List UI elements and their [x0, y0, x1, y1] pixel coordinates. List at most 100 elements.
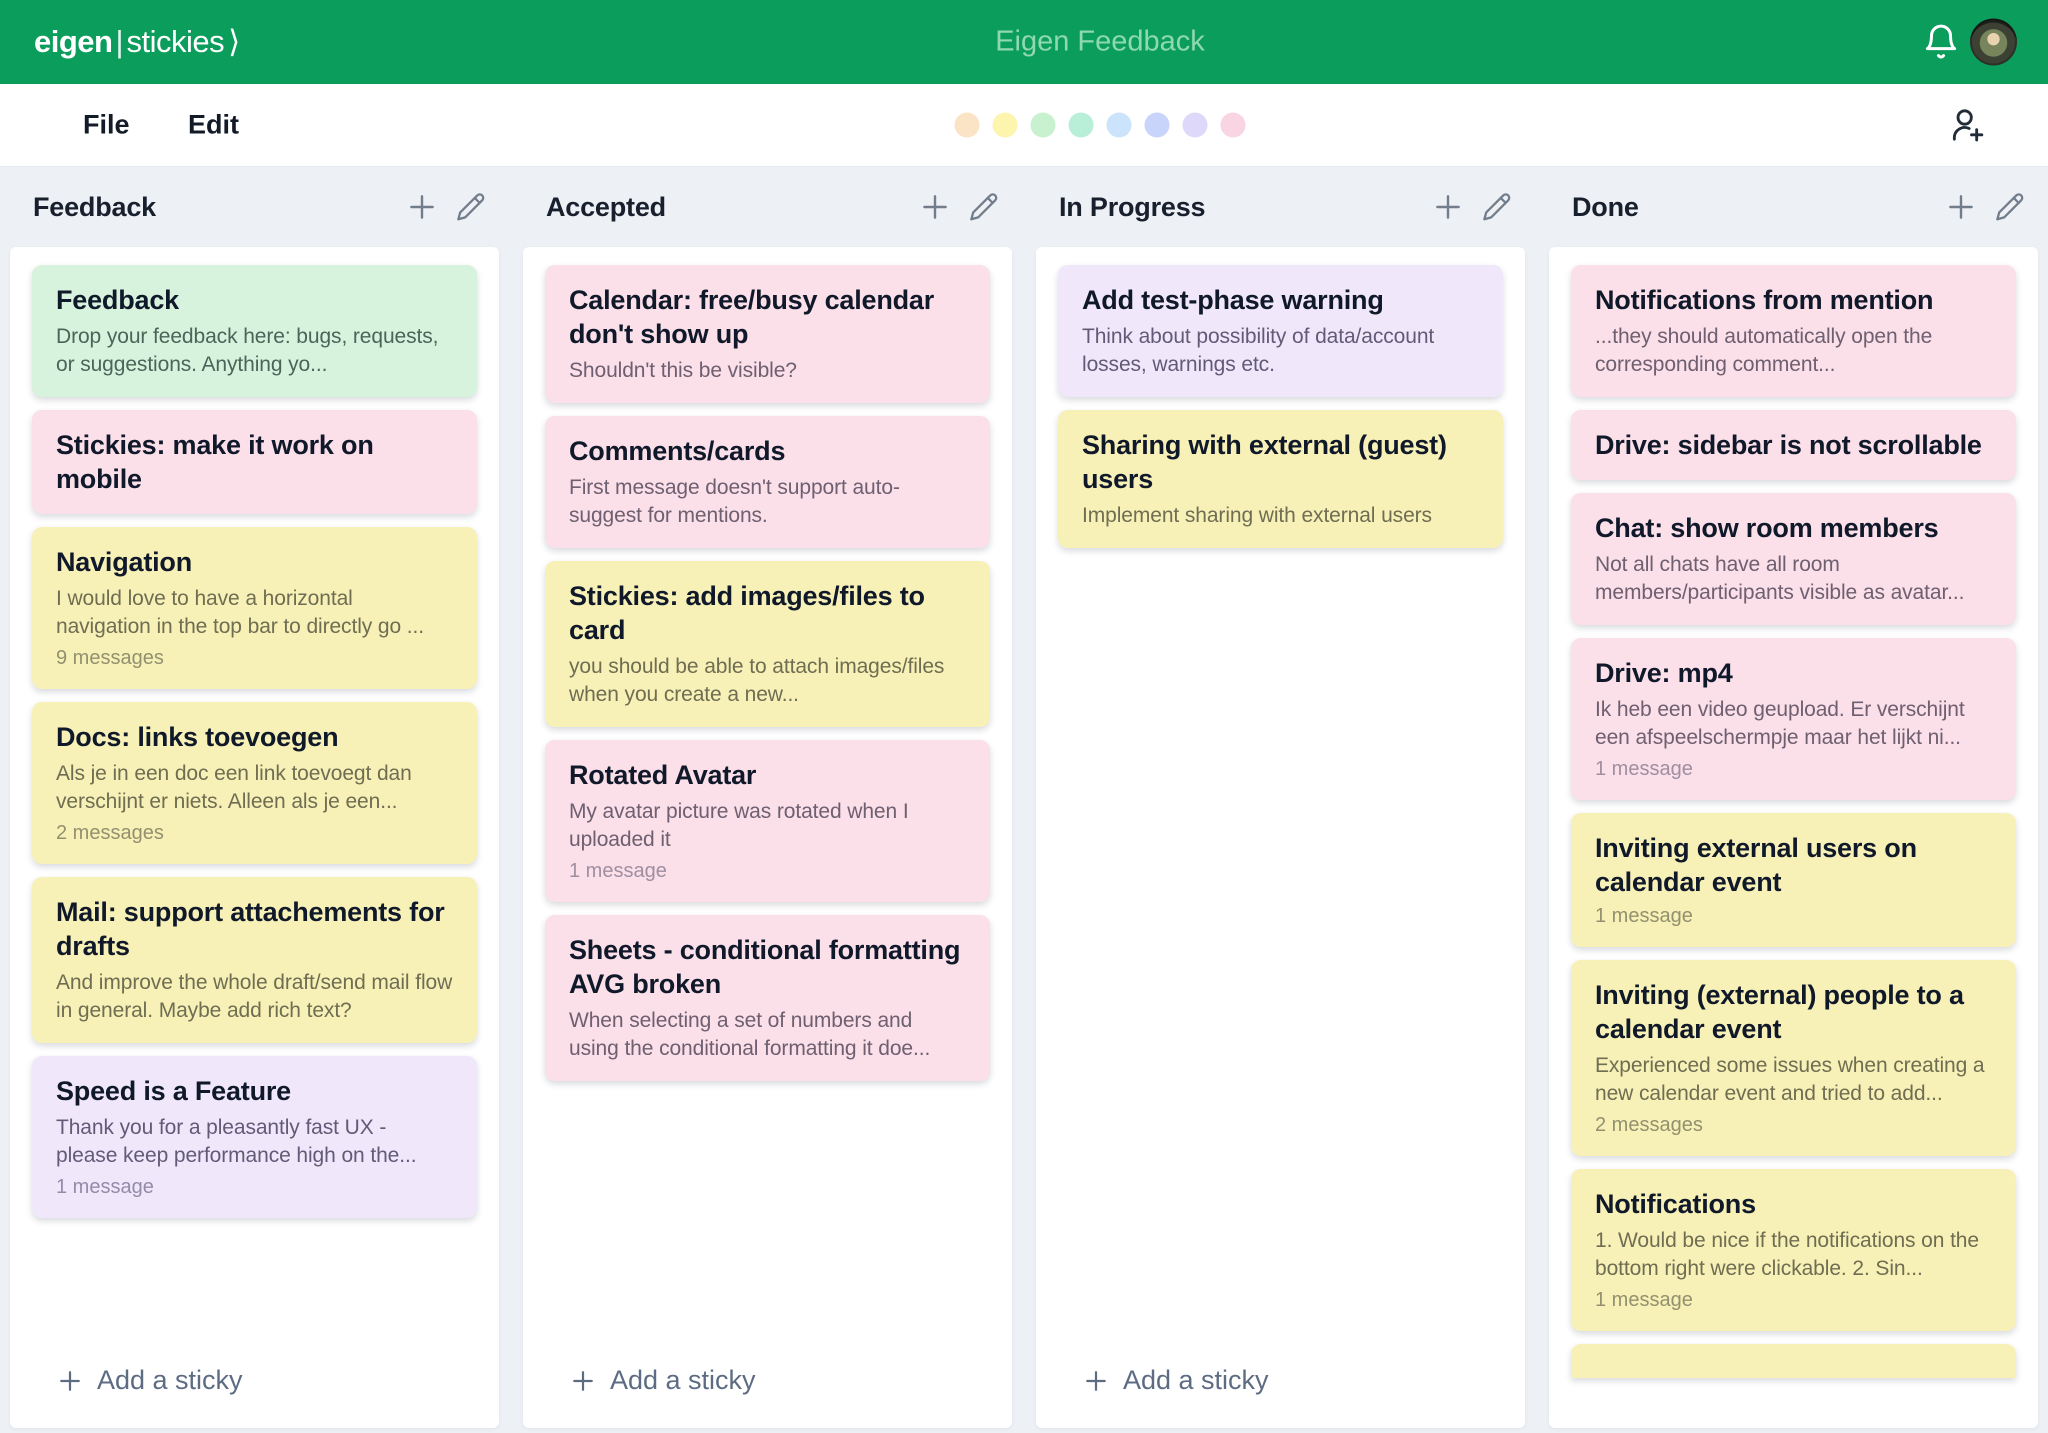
logo-product: stickies — [127, 24, 225, 60]
color-swatch-pink[interactable] — [1221, 113, 1246, 138]
sticky-card[interactable]: Stickies: add images/files to card you s… — [545, 561, 990, 727]
sticky-card[interactable]: Notifications 1. Would be nice if the no… — [1571, 1169, 2016, 1331]
color-swatch-periwinkle[interactable] — [1145, 113, 1170, 138]
sticky-card[interactable]: Sheets - conditional formatting AVG brok… — [545, 915, 990, 1081]
card-body: And improve the whole draft/send mail fl… — [56, 969, 453, 1025]
card-list: Feedback Drop your feedback here: bugs, … — [10, 247, 499, 1218]
bell-icon[interactable] — [1922, 23, 1960, 61]
person-add-icon[interactable] — [1948, 105, 1988, 145]
menu-file[interactable]: File — [83, 110, 130, 141]
card-title: Navigation — [56, 545, 453, 579]
board-column: Feedback Drop your feedback here: bugs, … — [10, 247, 499, 1428]
card-title: Inviting (external) people to a calendar… — [1595, 978, 1992, 1046]
column-title: In Progress — [1059, 192, 1205, 223]
card-message-count: 1 message — [1595, 1288, 1992, 1313]
card-body: Implement sharing with external users — [1082, 502, 1479, 530]
sticky-card[interactable]: Calendar: free/busy calendar don't show … — [545, 265, 990, 403]
add-card-icon[interactable] — [918, 190, 952, 224]
board: Feedback Drop your feedback here: bugs, … — [0, 247, 2048, 1428]
logo-divider: | — [115, 24, 123, 60]
card-list: Add test-phase warning Think about possi… — [1036, 247, 1525, 548]
app-header: eigen | stickies ⟩ Eigen Feedback — [0, 0, 2048, 84]
menubar: File Edit — [0, 84, 2048, 167]
card-title: Stickies: add images/files to card — [569, 579, 966, 647]
add-sticky-label: Add a sticky — [97, 1365, 243, 1396]
sticky-card[interactable]: Notifications from mention ...they shoul… — [1571, 265, 2016, 397]
card-body: Experienced some issues when creating a … — [1595, 1052, 1992, 1108]
edit-column-icon[interactable] — [1481, 191, 1513, 223]
sticky-card[interactable]: Speed is a Feature Thank you for a pleas… — [32, 1056, 477, 1218]
color-swatch-blue[interactable] — [1107, 113, 1132, 138]
color-swatch-peach[interactable] — [955, 113, 980, 138]
card-title: Drive: mp4 — [1595, 656, 1992, 690]
card-message-count: 1 message — [1595, 757, 1992, 782]
sticky-card[interactable] — [1571, 1344, 2016, 1378]
card-title: Add test-phase warning — [1082, 283, 1479, 317]
sticky-card[interactable]: Rotated Avatar My avatar picture was rot… — [545, 740, 990, 902]
card-body: Not all chats have all room members/part… — [1595, 551, 1992, 607]
card-body: Drop your feedback here: bugs, requests,… — [56, 323, 453, 379]
sticky-card[interactable]: Sharing with external (guest) users Impl… — [1058, 410, 1503, 548]
sticky-card[interactable]: Feedback Drop your feedback here: bugs, … — [32, 265, 477, 397]
card-body: Thank you for a pleasantly fast UX - ple… — [56, 1114, 453, 1170]
card-title: Chat: show room members — [1595, 511, 1992, 545]
edit-column-icon[interactable] — [1994, 191, 2026, 223]
board-column: Notifications from mention ...they shoul… — [1549, 247, 2038, 1428]
board-column: Add test-phase warning Think about possi… — [1036, 247, 1525, 1428]
edit-column-icon[interactable] — [968, 191, 1000, 223]
card-title: Feedback — [56, 283, 453, 317]
menu-edit[interactable]: Edit — [188, 110, 239, 141]
sticky-card[interactable]: Chat: show room members Not all chats ha… — [1571, 493, 2016, 625]
sticky-card[interactable]: Inviting (external) people to a calendar… — [1571, 960, 2016, 1156]
card-list: Calendar: free/busy calendar don't show … — [523, 247, 1012, 1081]
card-list: Notifications from mention ...they shoul… — [1549, 247, 2038, 1378]
add-sticky-label: Add a sticky — [610, 1365, 756, 1396]
card-title: Calendar: free/busy calendar don't show … — [569, 283, 966, 351]
sticky-card[interactable]: Mail: support attachements for drafts An… — [32, 877, 477, 1043]
add-card-icon[interactable] — [1431, 190, 1465, 224]
card-message-count: 9 messages — [56, 646, 453, 671]
sticky-card[interactable]: Add test-phase warning Think about possi… — [1058, 265, 1503, 397]
column-title: Accepted — [546, 192, 666, 223]
card-body: Shouldn't this be visible? — [569, 357, 966, 385]
color-swatch-mint[interactable] — [1069, 113, 1094, 138]
card-title: Sheets - conditional formatting AVG brok… — [569, 933, 966, 1001]
board-title: Eigen Feedback — [995, 26, 1205, 59]
sticky-card[interactable]: Drive: mp4 Ik heb een video geupload. Er… — [1571, 638, 2016, 800]
color-palette — [955, 113, 1246, 138]
sticky-card[interactable]: Comments/cards First message doesn't sup… — [545, 416, 990, 548]
card-message-count: 2 messages — [1595, 1113, 1992, 1138]
column-title: Feedback — [33, 192, 156, 223]
sticky-card[interactable]: Docs: links toevoegen Als je in een doc … — [32, 702, 477, 864]
card-body: Ik heb een video geupload. Er verschijnt… — [1595, 696, 1992, 752]
card-body: ...they should automatically open the co… — [1595, 323, 1992, 379]
user-avatar[interactable] — [1970, 19, 2017, 66]
sticky-card[interactable]: Drive: sidebar is not scrollable — [1571, 410, 2016, 480]
plus-icon — [56, 1367, 84, 1395]
card-title: Speed is a Feature — [56, 1074, 453, 1108]
add-card-icon[interactable] — [405, 190, 439, 224]
card-body: you should be able to attach images/file… — [569, 653, 966, 709]
edit-column-icon[interactable] — [455, 191, 487, 223]
board-column: Calendar: free/busy calendar don't show … — [523, 247, 1012, 1428]
add-sticky-button[interactable]: Add a sticky — [523, 1345, 1012, 1428]
logo-chevron-icon: ⟩ — [228, 24, 240, 60]
card-title: Stickies: make it work on mobile — [56, 428, 453, 496]
card-title: Drive: sidebar is not scrollable — [1595, 428, 1992, 462]
color-swatch-green[interactable] — [1031, 113, 1056, 138]
sticky-card[interactable]: Inviting external users on calendar even… — [1571, 813, 2016, 947]
add-sticky-button[interactable]: Add a sticky — [1036, 1345, 1525, 1428]
plus-icon — [569, 1367, 597, 1395]
card-title: Rotated Avatar — [569, 758, 966, 792]
sticky-card[interactable]: Stickies: make it work on mobile — [32, 410, 477, 514]
column-headers-row: Feedback Accepted In Progress — [0, 167, 2048, 247]
add-card-icon[interactable] — [1944, 190, 1978, 224]
color-swatch-lavender[interactable] — [1183, 113, 1208, 138]
sticky-card[interactable]: Navigation I would love to have a horizo… — [32, 527, 477, 689]
card-title: Notifications — [1595, 1187, 1992, 1221]
card-body: My avatar picture was rotated when I upl… — [569, 798, 966, 854]
add-sticky-button[interactable]: Add a sticky — [10, 1345, 499, 1428]
color-swatch-yellow[interactable] — [993, 113, 1018, 138]
card-title: Notifications from mention — [1595, 283, 1992, 317]
card-body: 1. Would be nice if the notifications on… — [1595, 1227, 1992, 1283]
